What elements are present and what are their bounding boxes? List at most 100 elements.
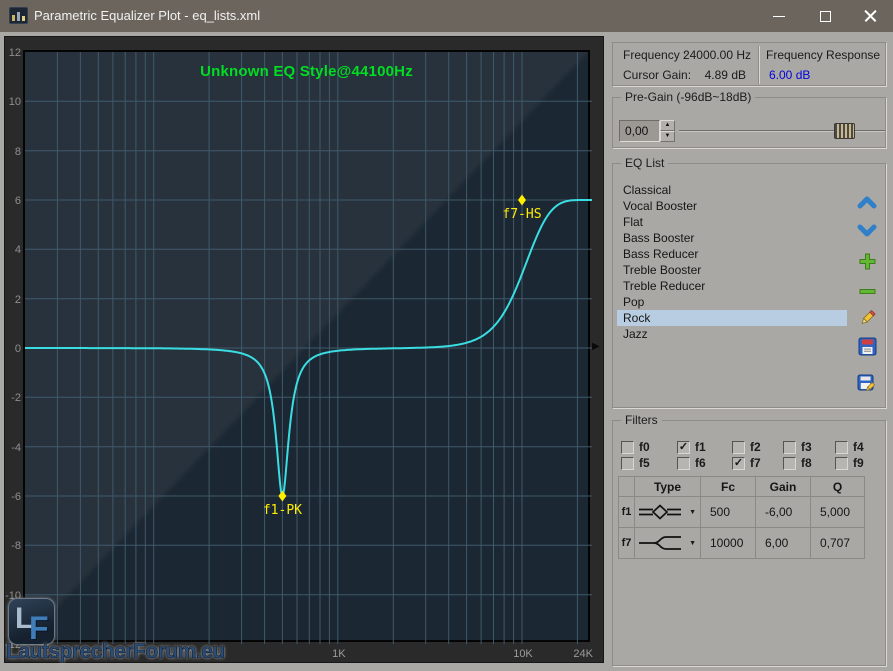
cursor-gain-value: 4.89 dB: [671, 68, 746, 82]
eq-list-item-jazz[interactable]: Jazz: [617, 326, 847, 342]
window-title: Parametric Equalizer Plot - eq_lists.xml: [34, 0, 260, 32]
row-label-f7: f7: [619, 528, 635, 559]
filter-checkbox-f0[interactable]: [621, 441, 634, 454]
eq-list-title: EQ List: [621, 156, 668, 171]
remove-preset-button[interactable]: [853, 277, 881, 305]
eq-list: Classical Vocal Booster Flat Bass Booste…: [617, 182, 847, 342]
minimize-button[interactable]: [756, 0, 802, 32]
chevron-up-icon: [856, 193, 878, 211]
marker-label-f7-HS: f7-HS: [502, 207, 541, 222]
dropdown-arrow-icon: ▼: [689, 540, 696, 547]
y-axis-tick-0: 0: [5, 343, 21, 355]
chevron-down-icon: [856, 222, 878, 240]
watermark-logo: L F: [8, 598, 55, 645]
spin-down-button[interactable]: ▼: [660, 131, 675, 142]
header-q: Q: [811, 477, 865, 497]
eq-list-item-bass-booster[interactable]: Bass Booster: [617, 230, 847, 246]
eq-list-item-pop[interactable]: Pop: [617, 294, 847, 310]
filter-checkbox-f5[interactable]: [621, 457, 634, 470]
marker-label-f1-PK: f1-PK: [263, 503, 302, 518]
y-axis-tick--4: -4: [5, 442, 21, 454]
maximize-button[interactable]: [802, 0, 848, 32]
close-button[interactable]: [847, 0, 893, 32]
x-axis-tick-1K: 1K: [332, 648, 345, 660]
y-axis-tick-2: 2: [5, 294, 21, 306]
y-axis-tick-10: 10: [5, 96, 21, 108]
q-cell-f7[interactable]: 0,707: [811, 528, 865, 559]
minimize-icon: [773, 16, 785, 17]
gain-cell-f7[interactable]: 6,00: [756, 528, 811, 559]
fc-cell-f7[interactable]: 10000: [701, 528, 756, 559]
filter-table-header-row: Type Fc Gain Q: [619, 477, 865, 497]
filters-title: Filters: [621, 413, 662, 428]
watermark-text: LautsprecherForum.eu: [6, 640, 225, 664]
gain-cell-f1[interactable]: -6,00: [756, 497, 811, 528]
spin-up-button[interactable]: ▲: [660, 120, 675, 131]
filter-row-f7: f7 ▼ 10000 6,00 0,707: [619, 528, 865, 559]
filter-checkbox-f1[interactable]: ✓: [677, 441, 690, 454]
move-up-button[interactable]: [853, 188, 881, 216]
filter-checkbox-f3[interactable]: [783, 441, 796, 454]
filter-checkbox-f9[interactable]: [835, 457, 848, 470]
eq-list-item-rock[interactable]: Rock: [617, 310, 847, 326]
move-down-button[interactable]: [853, 217, 881, 245]
save-icon: [858, 337, 877, 356]
dropdown-arrow-icon: ▼: [689, 509, 696, 516]
y-axis-tick--8: -8: [5, 540, 21, 552]
edit-preset-button[interactable]: [853, 305, 881, 333]
x-axis-tick-24K: 24K: [573, 648, 593, 660]
close-icon: [864, 10, 877, 23]
eq-plot-area[interactable]: f1-PKf7-HS Unknown EQ Style@44100Hz: [23, 50, 590, 642]
filter-checkbox-f8[interactable]: [783, 457, 796, 470]
save-button[interactable]: [853, 332, 881, 360]
filter-table: Type Fc Gain Q f1 ▼ 500 -6,00 5,000: [618, 476, 865, 559]
filters-group: Filters f0✓f1f2f3f4f5f6✓f7f8f9 Type Fc G…: [612, 420, 886, 666]
app-window: Parametric Equalizer Plot - eq_lists.xml…: [0, 0, 893, 671]
pregain-input[interactable]: 0,00: [619, 120, 660, 142]
eq-list-item-vocal-booster[interactable]: Vocal Booster: [617, 198, 847, 214]
response-header: Frequency Response: [766, 48, 880, 62]
minus-icon: [858, 282, 877, 301]
header-fc: Fc: [701, 477, 756, 497]
filter-checkbox-label-f8: f8: [801, 456, 812, 470]
filter-checkbox-label-f9: f9: [853, 456, 864, 470]
filter-checkbox-f7[interactable]: ✓: [732, 457, 745, 470]
eq-list-item-flat[interactable]: Flat: [617, 214, 847, 230]
eq-list-item-treble-booster[interactable]: Treble Booster: [617, 262, 847, 278]
marker-diamond-f7-HS: [518, 195, 526, 206]
maximize-icon: [820, 11, 831, 22]
eq-list-item-classical[interactable]: Classical: [617, 182, 847, 198]
filter-checkbox-label-f4: f4: [853, 440, 864, 454]
save-as-icon: [857, 373, 877, 393]
type-dropdown-f1[interactable]: ▼: [635, 497, 701, 528]
y-axis-tick--2: -2: [5, 392, 21, 404]
cursor-info-box: Frequency : 24000.00 Hz Frequency Respon…: [612, 42, 886, 86]
y-axis-tick--6: -6: [5, 491, 21, 503]
save-as-button[interactable]: [853, 369, 881, 397]
y-axis-tick-8: 8: [5, 146, 21, 158]
eq-list-item-treble-reducer[interactable]: Treble Reducer: [617, 278, 847, 294]
marker-diamond-f1-PK: [278, 491, 286, 502]
filter-checkbox-f4[interactable]: [835, 441, 848, 454]
filter-row-f1: f1 ▼ 500 -6,00 5,000: [619, 497, 865, 528]
q-cell-f1[interactable]: 5,000: [811, 497, 865, 528]
filter-checkbox-f6[interactable]: [677, 457, 690, 470]
pregain-slider-handle[interactable]: [834, 123, 855, 139]
high-shelf-filter-icon: [637, 532, 683, 554]
peaking-filter-icon: [637, 501, 683, 523]
y-axis-tick-6: 6: [5, 195, 21, 207]
type-dropdown-f7[interactable]: ▼: [635, 528, 701, 559]
header-type: Type: [635, 477, 701, 497]
row-label-f1: f1: [619, 497, 635, 528]
plus-icon: [858, 252, 877, 271]
filter-checkbox-f2[interactable]: [732, 441, 745, 454]
pan-right-icon[interactable]: ▶: [592, 342, 600, 352]
fc-cell-f1[interactable]: 500: [701, 497, 756, 528]
pregain-group: Pre-Gain (-96dB~18dB) 0,00 ▲ ▼: [612, 97, 886, 148]
pregain-title: Pre-Gain (-96dB~18dB): [621, 90, 755, 105]
eq-list-item-bass-reducer[interactable]: Bass Reducer: [617, 246, 847, 262]
y-axis-tick-4: 4: [5, 244, 21, 256]
info-divider: [758, 46, 760, 84]
x-axis-tick-10K: 10K: [513, 648, 533, 660]
add-preset-button[interactable]: [853, 247, 881, 275]
